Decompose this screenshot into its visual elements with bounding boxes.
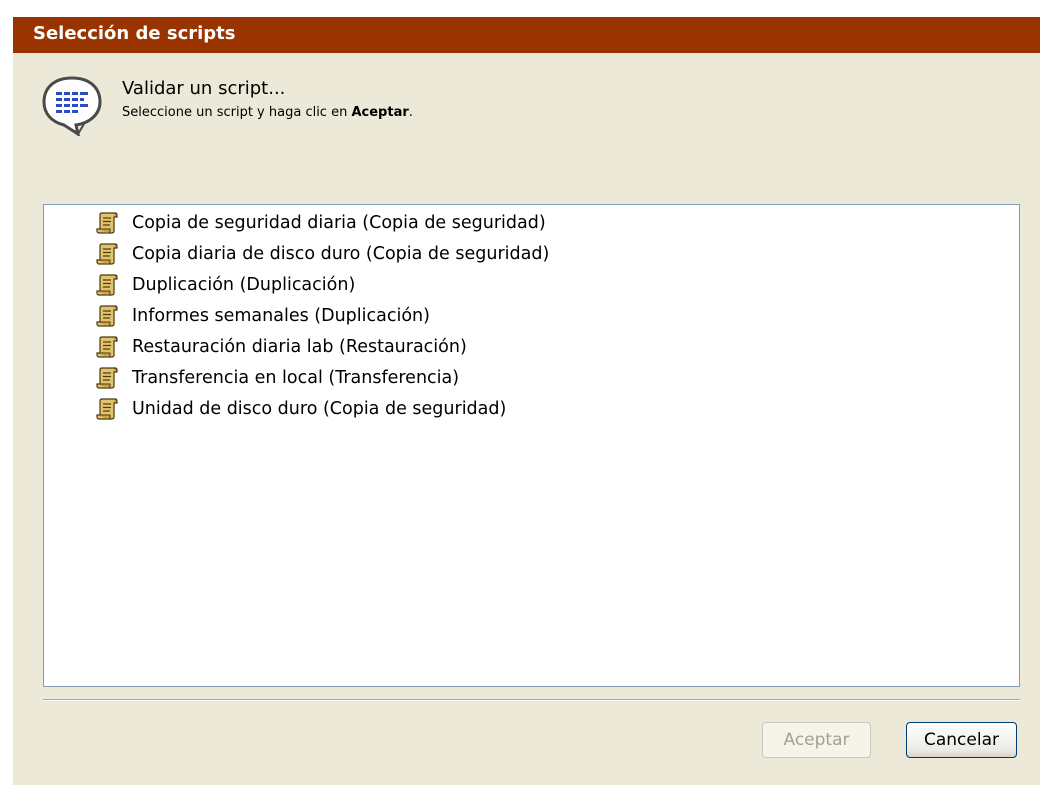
script-list-item[interactable]: Unidad de disco duro (Copia de seguridad… — [96, 395, 506, 423]
dialog-heading: Validar un script... — [122, 78, 286, 99]
title-bar: Selección de scripts — [13, 17, 1040, 53]
script-selection-dialog: Selección de scripts Validar un script..… — [13, 17, 1040, 785]
script-scroll-icon — [96, 273, 118, 297]
dialog-title: Selección de scripts — [33, 23, 236, 44]
script-scroll-icon — [96, 397, 118, 421]
script-list-item[interactable]: Transferencia en local (Transferencia) — [96, 364, 459, 392]
script-list-item-label: Transferencia en local (Transferencia) — [132, 368, 460, 388]
script-scroll-icon — [96, 242, 118, 266]
script-scroll-icon — [96, 211, 118, 235]
script-list-item[interactable]: Restauración diaria lab (Restauración) — [96, 333, 467, 361]
script-list-item[interactable]: Copia diaria de disco duro (Copia de seg… — [96, 240, 549, 268]
cancel-button[interactable]: Cancelar — [906, 722, 1017, 758]
instruction-text: Seleccione un script y haga clic en — [122, 105, 352, 120]
separator-line — [43, 699, 1020, 701]
script-list-item[interactable]: Informes semanales (Duplicación) — [96, 302, 430, 330]
script-list[interactable]: Copia de seguridad diaria (Copia de segu… — [43, 204, 1020, 687]
script-list-item-label: Informes semanales (Duplicación) — [132, 306, 430, 326]
script-list-item-label: Duplicación (Duplicación) — [132, 275, 356, 295]
script-list-item-label: Unidad de disco duro (Copia de seguridad… — [132, 399, 507, 419]
script-list-item-label: Restauración diaria lab (Restauración) — [132, 337, 467, 357]
speech-bubble-icon — [42, 76, 102, 136]
instruction-end: . — [408, 105, 413, 120]
script-list-item-label: Copia diaria de disco duro (Copia de seg… — [132, 244, 550, 264]
script-scroll-icon — [96, 366, 118, 390]
accept-button[interactable]: Aceptar — [762, 722, 871, 758]
script-list-item[interactable]: Copia de seguridad diaria (Copia de segu… — [96, 209, 546, 237]
script-list-item-label: Copia de seguridad diaria (Copia de segu… — [132, 213, 546, 233]
dialog-instruction: Seleccione un script y haga clic en Acep… — [122, 104, 413, 122]
script-list-item[interactable]: Duplicación (Duplicación) — [96, 271, 355, 299]
script-scroll-icon — [96, 335, 118, 359]
instruction-emphasis: Aceptar — [351, 105, 409, 120]
script-scroll-icon — [96, 304, 118, 328]
